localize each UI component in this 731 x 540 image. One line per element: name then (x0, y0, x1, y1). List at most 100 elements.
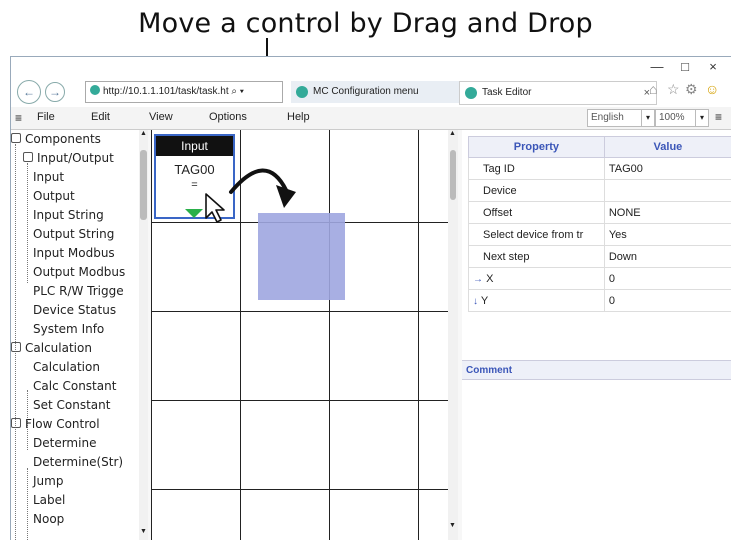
property-header: Property (469, 137, 605, 158)
tree-item[interactable]: Calc Constant (33, 377, 116, 396)
tree-scroll-thumb[interactable] (140, 150, 147, 220)
table-row[interactable]: ↓ Y 0 (469, 290, 731, 312)
table-row[interactable]: Offset NONE (469, 202, 731, 224)
tree-scrollbar[interactable]: ▲ ▼ (139, 130, 148, 540)
component-tree: Components Input/Output Input Output Inp… (11, 130, 148, 540)
property-panel: Property Value Tag ID TAG00 Device Offse… (462, 130, 731, 540)
property-value[interactable]: NONE (604, 202, 731, 224)
property-value[interactable]: 0 (604, 268, 731, 290)
menu-help[interactable]: Help (287, 111, 310, 123)
hamburger-icon[interactable]: ≡ (15, 111, 22, 125)
scroll-down-icon[interactable]: ▼ (140, 528, 147, 535)
gear-icon[interactable]: ⚙ (685, 81, 698, 98)
grid-line (151, 489, 451, 490)
tree-item[interactable]: Input String (33, 206, 104, 225)
instruction-caption: Move a control by Drag and Drop (0, 8, 731, 39)
zoom-select[interactable]: 100% (655, 109, 696, 127)
minimize-button[interactable]: — (644, 57, 670, 77)
property-table: Property Value Tag ID TAG00 Device Offse… (468, 136, 731, 312)
mouse-cursor-icon (204, 192, 228, 224)
table-row[interactable]: → X 0 (469, 268, 731, 290)
menu-file[interactable]: File (37, 111, 55, 123)
scroll-down-icon[interactable]: ▼ (449, 522, 456, 529)
value-header: Value (604, 137, 731, 158)
tab-task-editor[interactable]: Task Editor × (459, 81, 657, 105)
tree-item[interactable]: Set Constant (33, 396, 110, 415)
menu-edit[interactable]: Edit (91, 111, 110, 123)
tree-item[interactable]: Device Status (33, 301, 116, 320)
language-select[interactable]: English (587, 109, 646, 127)
tree-item[interactable]: Determine(Str) (33, 453, 123, 472)
tree-item[interactable]: Input (33, 168, 64, 187)
tree-item[interactable]: Output Modbus (33, 263, 125, 282)
property-name: Offset (469, 202, 605, 224)
scroll-up-icon[interactable]: ▲ (140, 130, 147, 137)
folder-toggle-icon[interactable] (11, 133, 21, 143)
tree-group-label: Flow Control (25, 417, 100, 431)
scroll-up-icon[interactable]: ▲ (449, 130, 456, 137)
folder-toggle-icon[interactable] (11, 418, 21, 428)
tree-item[interactable]: Label (33, 491, 65, 510)
table-row[interactable]: Select device from tr Yes (469, 224, 731, 246)
right-arrow-icon: → (473, 274, 483, 285)
tree-group-label: Calculation (25, 341, 92, 355)
tree-group-label: Input/Output (37, 151, 114, 165)
tree-root[interactable]: Components (11, 130, 101, 149)
property-value[interactable]: 0 (604, 290, 731, 312)
tree-group-input-output[interactable]: Input/Output (23, 149, 114, 168)
url-text: http://10.1.1.101/task/task.ht ⌕ ▾ (103, 86, 244, 97)
property-name-cell: ↓ Y (469, 290, 605, 312)
canvas-scrollbar[interactable]: ▲ ▼ (448, 130, 458, 540)
table-row[interactable]: Tag ID TAG00 (469, 158, 731, 180)
tree-item[interactable]: System Info (33, 320, 104, 339)
tree-group-calculation[interactable]: Calculation (11, 339, 92, 358)
drag-arrow-icon (151, 130, 451, 330)
property-name-cell: → X (469, 268, 605, 290)
property-name: Tag ID (469, 158, 605, 180)
comment-field[interactable] (462, 380, 731, 540)
title-bar: — □ × (11, 57, 731, 77)
tree-group-flow-control[interactable]: Flow Control (11, 415, 100, 434)
tree-item[interactable]: Input Modbus (33, 244, 115, 263)
tab-favicon-icon (296, 86, 308, 98)
tab-label: Task Editor (482, 87, 531, 98)
tree-item[interactable]: Noop (33, 510, 64, 529)
tree-item[interactable]: Jump (33, 472, 63, 491)
menu-icon[interactable]: ≡ (715, 110, 722, 124)
property-name: Select device from tr (469, 224, 605, 246)
property-value[interactable]: TAG00 (604, 158, 731, 180)
maximize-button[interactable]: □ (672, 57, 698, 77)
language-dropdown-icon[interactable]: ▾ (641, 109, 655, 127)
star-icon[interactable]: ☆ (667, 81, 680, 98)
close-window-button[interactable]: × (700, 57, 726, 77)
menu-options[interactable]: Options (209, 111, 247, 123)
address-bar-row: ← → http://10.1.1.101/task/task.ht ⌕ ▾ M… (11, 77, 731, 108)
tree-item[interactable]: Output (33, 187, 75, 206)
table-row[interactable]: Device (469, 180, 731, 202)
grid-line (151, 400, 451, 401)
folder-toggle-icon[interactable] (23, 152, 33, 162)
forward-icon[interactable]: → (45, 82, 65, 102)
home-icon[interactable]: ⌂ (649, 81, 657, 97)
property-value[interactable]: Down (604, 246, 731, 268)
site-icon (90, 85, 100, 95)
tab-mc-configuration[interactable]: MC Configuration menu (291, 81, 478, 103)
url-field[interactable]: http://10.1.1.101/task/task.ht ⌕ ▾ (85, 81, 283, 103)
tree-item[interactable]: PLC R/W Trigge (33, 282, 124, 301)
tree-item[interactable]: Calculation (33, 358, 100, 377)
tree-item[interactable]: Output String (33, 225, 114, 244)
menu-view[interactable]: View (149, 111, 173, 123)
property-value[interactable] (604, 180, 731, 202)
back-icon[interactable]: ← (17, 80, 41, 104)
property-name: Device (469, 180, 605, 202)
table-row[interactable]: Next step Down (469, 246, 731, 268)
property-value[interactable]: Yes (604, 224, 731, 246)
zoom-dropdown-icon[interactable]: ▾ (695, 109, 709, 127)
tree-item[interactable]: Determine (33, 434, 96, 453)
task-canvas[interactable]: Input TAG00 = (151, 130, 451, 540)
canvas-scroll-thumb[interactable] (450, 150, 456, 200)
folder-toggle-icon[interactable] (11, 342, 21, 352)
tab-favicon-icon (465, 87, 477, 99)
tree-root-label: Components (25, 132, 101, 146)
smiley-icon[interactable]: ☺ (705, 81, 719, 97)
